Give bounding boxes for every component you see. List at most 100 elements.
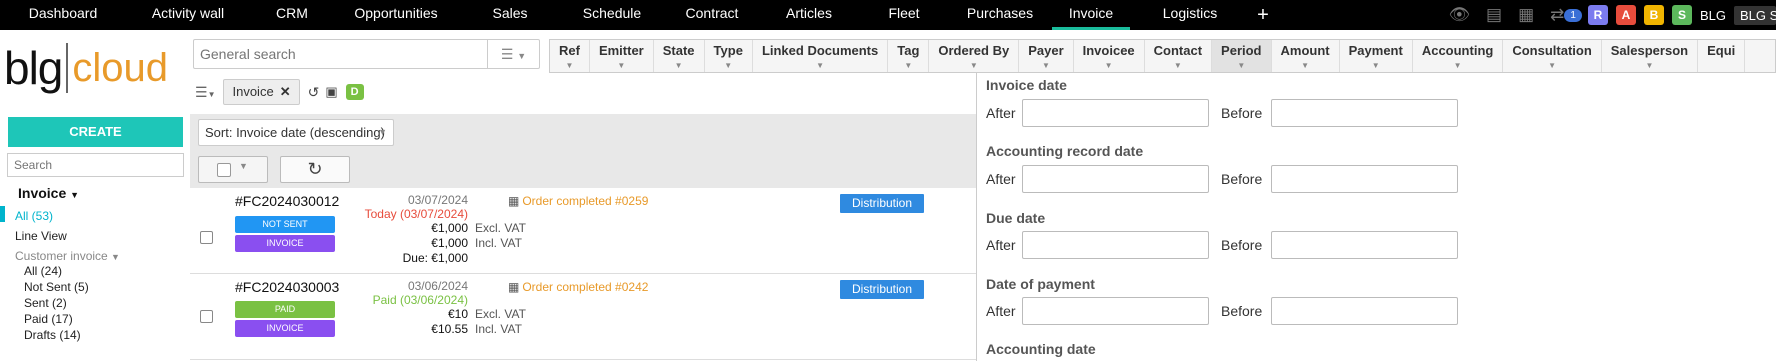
column-amount[interactable]: Amount ▼ — [1272, 40, 1340, 72]
sidebar-item-all-customer[interactable]: All (24) — [24, 264, 62, 278]
d-badge[interactable]: D — [345, 84, 364, 100]
caret-down-icon: ▼ — [1645, 61, 1654, 70]
history-icon[interactable]: ↺ — [308, 84, 320, 101]
company-label[interactable]: BLG — [1700, 8, 1726, 23]
row-checkbox[interactable] — [200, 310, 213, 323]
eye-icon[interactable]: 👁 — [1448, 5, 1470, 25]
due-date-before-input[interactable] — [1271, 231, 1458, 259]
column-consultation[interactable]: Consultation ▼ — [1503, 40, 1602, 72]
refresh-button[interactable]: ↻ — [280, 156, 350, 183]
filter-tag-label: Invoice — [232, 84, 274, 99]
payment-date-after-input[interactable] — [1022, 297, 1209, 325]
sidebar-item-not-sent[interactable]: Not Sent (5) — [24, 280, 89, 294]
invoice-date-before-input[interactable] — [1271, 99, 1458, 127]
general-search-input[interactable] — [194, 46, 484, 62]
notification-count-badge[interactable]: 1 — [1564, 8, 1582, 22]
nav-crm[interactable]: CRM — [250, 0, 334, 30]
invoice-ref[interactable]: #FC2024030012 — [235, 193, 339, 209]
caret-down-icon: ▼ — [1104, 61, 1113, 70]
column-period[interactable]: Period ▼ — [1212, 40, 1272, 72]
linked-order[interactable]: ▦ Order completed #0259 — [508, 194, 648, 208]
nav-contract[interactable]: Contract — [662, 0, 762, 30]
column-ref[interactable]: Ref ▼ — [550, 40, 590, 72]
column-type[interactable]: Type ▼ — [705, 40, 753, 72]
blg-cloud-logo[interactable]: blg cloud — [4, 38, 168, 98]
shortcut-r-badge[interactable]: R — [1587, 5, 1608, 25]
sidebar-group-customer-invoice[interactable]: Customer invoice ▼ — [15, 249, 120, 263]
nav-dashboard[interactable]: Dashboard — [0, 0, 126, 30]
sidebar-item-drafts[interactable]: Drafts (14) — [24, 328, 81, 342]
linked-order[interactable]: ▦ Order completed #0242 — [508, 280, 648, 294]
payment-date-before-input[interactable] — [1271, 297, 1458, 325]
table-row[interactable]: #FC2024030003 PAID INVOICE 03/06/2024 Pa… — [190, 274, 976, 360]
sidebar-section-invoice[interactable]: Invoice ▼ — [18, 185, 79, 201]
accounting-record-date-before-input[interactable] — [1271, 165, 1458, 193]
newspaper-icon[interactable]: ▤ — [1486, 5, 1502, 25]
sidebar-item-paid[interactable]: Paid (17) — [24, 312, 73, 326]
sidebar: blg cloud CREATE Invoice ▼ All (53) Line… — [0, 30, 190, 361]
sort-select[interactable]: Sort: Invoice date (descending) ▼ — [198, 119, 394, 146]
sidebar-search-input[interactable] — [7, 153, 184, 177]
distribution-tag[interactable]: Distribution — [840, 280, 924, 299]
user-menu[interactable]: BLG Su — [1734, 5, 1776, 25]
distribution-tag[interactable]: Distribution — [840, 194, 924, 213]
column-tag[interactable]: Tag ▼ — [888, 40, 930, 72]
due-date-after-input[interactable] — [1022, 231, 1209, 259]
invoice-date: 03/06/2024 — [407, 279, 468, 293]
nav-articles[interactable]: Articles — [762, 0, 856, 30]
row-checkbox[interactable] — [200, 231, 213, 244]
column-emitter[interactable]: Emitter ▼ — [590, 40, 654, 72]
column-payment[interactable]: Payment ▼ — [1340, 40, 1413, 72]
after-label: After — [986, 303, 1016, 319]
sidebar-item-sent[interactable]: Sent (2) — [24, 296, 67, 310]
layers-icon: ☰ — [500, 46, 514, 62]
shortcut-a-badge[interactable]: A — [1615, 5, 1636, 25]
sidebar-item-all[interactable]: All (53) — [15, 209, 53, 223]
column-ordered-by[interactable]: Ordered By ▼ — [929, 40, 1020, 72]
nav-fleet[interactable]: Fleet — [856, 0, 952, 30]
column-contact[interactable]: Contact ▼ — [1145, 40, 1213, 72]
select-all-checkbox[interactable] — [217, 163, 231, 177]
caret-down-icon: ▼ — [1041, 61, 1050, 70]
column-label: Amount — [1280, 43, 1330, 58]
invoice-ref[interactable]: #FC2024030003 — [235, 279, 339, 295]
caret-down-icon: ▼ — [239, 161, 248, 171]
close-icon[interactable]: ✕ — [280, 84, 291, 99]
filter-tag-invoice[interactable]: Invoice ✕ — [223, 79, 300, 105]
shortcut-s-badge[interactable]: S — [1671, 5, 1692, 25]
nav-schedule[interactable]: Schedule — [562, 0, 662, 30]
search-scope-dropdown[interactable]: ☰ ▼ — [487, 40, 539, 68]
caret-down-icon: ▼ — [1453, 61, 1462, 70]
payment-status: Paid (03/06/2024) — [372, 293, 468, 307]
column-state[interactable]: State ▼ — [654, 40, 705, 72]
table-row[interactable]: #FC2024030012 NOT SENT INVOICE 03/07/202… — [190, 188, 976, 274]
apps-grid-icon[interactable]: ▦ — [1518, 5, 1534, 25]
column-accounting[interactable]: Accounting ▼ — [1413, 40, 1504, 72]
save-icon[interactable]: ▣ — [325, 84, 337, 100]
column-invoicee[interactable]: Invoicee ▼ — [1074, 40, 1145, 72]
add-icon[interactable]: + — [1248, 4, 1278, 27]
shortcut-b-badge[interactable]: B — [1643, 5, 1664, 25]
create-button[interactable]: CREATE — [8, 117, 183, 147]
caret-down-icon: ▼ — [816, 61, 825, 70]
sort-bar: Sort: Invoice date (descending) ▼ — [190, 114, 976, 151]
invoice-date-after-input[interactable] — [1022, 99, 1209, 127]
nav-purchases[interactable]: Purchases — [952, 0, 1048, 30]
column-equipment[interactable]: Equi — [1698, 40, 1746, 72]
nav-activity-wall[interactable]: Activity wall — [126, 0, 250, 30]
nav-sales[interactable]: Sales — [458, 0, 562, 30]
sidebar-item-line-view[interactable]: Line View — [15, 229, 67, 243]
column-salesperson[interactable]: Salesperson ▼ — [1602, 40, 1699, 72]
layers-dropdown-icon[interactable]: ☰▼ — [195, 84, 215, 101]
transfer-icon[interactable]: ⇄ — [1550, 5, 1564, 25]
nav-invoice[interactable]: Invoice — [1052, 0, 1130, 30]
caret-down-icon: ▼ — [617, 61, 626, 70]
nav-opportunities[interactable]: Opportunities — [334, 0, 458, 30]
caret-down-icon: ▼ — [1371, 61, 1380, 70]
column-linked-documents[interactable]: Linked Documents ▼ — [753, 40, 889, 72]
nav-logistics[interactable]: Logistics — [1138, 0, 1242, 30]
caret-down-icon: ▼ — [969, 61, 978, 70]
select-all-dropdown[interactable]: ▼ — [198, 156, 268, 183]
column-payer[interactable]: Payer ▼ — [1019, 40, 1074, 72]
accounting-record-date-after-input[interactable] — [1022, 165, 1209, 193]
